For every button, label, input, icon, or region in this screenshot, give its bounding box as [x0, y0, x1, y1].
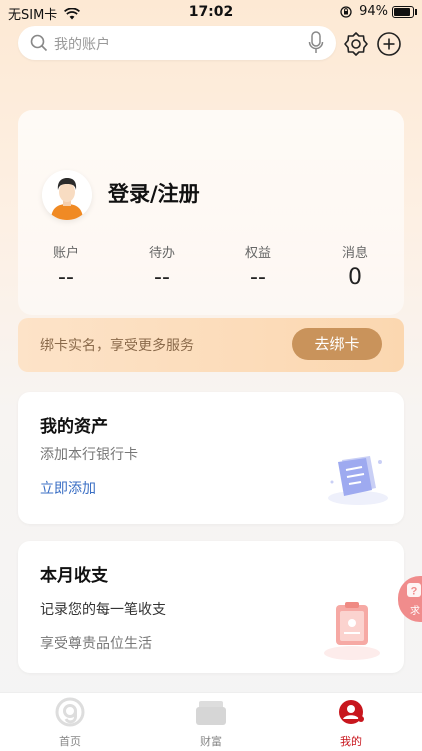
stat-value: -- — [250, 265, 266, 290]
bind-card-banner[interactable]: 绑卡实名，享受更多服务 去绑卡 — [18, 318, 404, 372]
status-bar: 无SIM卡 17:02 94% — [0, 0, 422, 24]
clipboard-illustration-icon — [324, 602, 380, 660]
stat-label: 待办 — [148, 246, 175, 261]
bind-card-text: 绑卡实名，享受更多服务 — [40, 338, 194, 354]
stat-label: 账户 — [52, 246, 79, 261]
my-assets-card[interactable]: 我的资产 添加本行银行卡 立即添加 — [18, 392, 404, 524]
tab-label: 我的 — [340, 735, 362, 748]
search-bar[interactable] — [18, 26, 336, 60]
floating-badge-text: 求 — [410, 606, 420, 617]
bind-card-button[interactable]: 去绑卡 — [292, 328, 382, 360]
stat-value: -- — [58, 265, 74, 290]
income-line-2: 享受尊贵品位生活 — [40, 636, 152, 652]
tab-bar: 首页 财富 我的 — [0, 692, 422, 751]
income-title: 本月收支 — [40, 566, 108, 586]
avatar[interactable] — [42, 170, 92, 220]
assets-title: 我的资产 — [40, 417, 108, 437]
wealth-icon — [196, 701, 226, 725]
home-icon — [55, 697, 85, 727]
stat-messages[interactable]: 消息 0 — [315, 242, 395, 290]
tab-home[interactable]: 首页 — [30, 697, 110, 749]
profile-card: 登录/注册 账户 -- 待办 -- 权益 -- 消息 0 — [18, 110, 404, 315]
microphone-icon[interactable] — [308, 31, 324, 55]
stat-label: 消息 — [341, 246, 368, 261]
tab-label: 首页 — [59, 735, 81, 748]
stat-account[interactable]: 账户 -- — [26, 242, 106, 290]
stat-value: 0 — [348, 265, 362, 290]
login-register-link[interactable]: 登录/注册 — [108, 178, 200, 208]
assets-subtitle: 添加本行银行卡 — [40, 447, 138, 463]
stat-label: 权益 — [244, 246, 271, 261]
battery-percent: 94% — [359, 4, 388, 19]
orientation-lock-icon — [340, 6, 352, 18]
user-avatar-icon — [42, 170, 92, 220]
profile-icon — [339, 700, 364, 724]
tab-mine[interactable]: 我的 — [311, 697, 391, 749]
stat-value: -- — [154, 265, 170, 290]
document-illustration-icon — [328, 456, 388, 505]
settings-icon[interactable] — [343, 31, 369, 57]
stat-todo[interactable]: 待办 -- — [122, 242, 202, 290]
svg-text:?: ? — [411, 586, 418, 598]
battery-icon — [392, 6, 417, 18]
add-icon[interactable] — [376, 31, 402, 57]
stat-benefits[interactable]: 权益 -- — [218, 242, 298, 290]
add-card-link[interactable]: 立即添加 — [40, 478, 96, 498]
question-icon: ? — [407, 583, 421, 598]
tab-label: 财富 — [200, 735, 222, 748]
search-icon — [30, 34, 48, 52]
monthly-income-card[interactable]: 本月收支 记录您的每一笔收支 享受尊贵品位生活 — [18, 541, 404, 673]
search-input[interactable] — [52, 32, 296, 56]
income-line-1: 记录您的每一笔收支 — [40, 602, 166, 618]
tab-wealth[interactable]: 财富 — [171, 697, 251, 749]
